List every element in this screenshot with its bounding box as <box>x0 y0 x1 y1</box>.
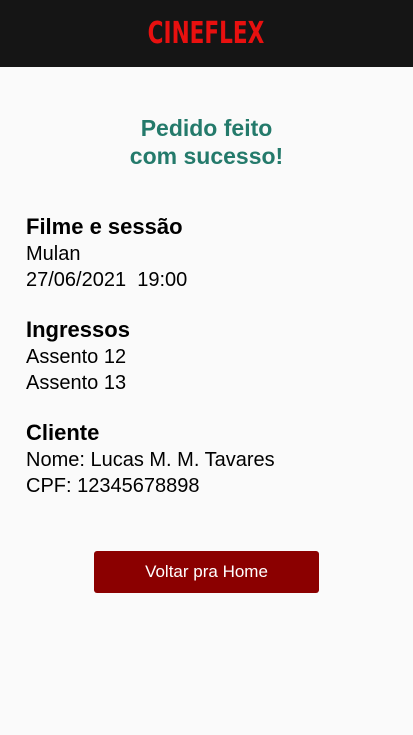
success-message-line-1: Pedido feito <box>140 115 273 141</box>
client-name: Nome: Lucas M. M. Tavares <box>26 449 275 471</box>
tickets-section: Ingressos Assento 12 Assento 13 <box>26 316 413 396</box>
client-section: Cliente Nome: Lucas M. M. Tavares CPF: 1… <box>26 419 413 499</box>
tickets-title: Ingressos <box>26 317 130 342</box>
movie-name: Mulan <box>26 243 81 265</box>
success-message: Pedido feito com sucesso! <box>0 114 413 170</box>
client-cpf: CPF: 12345678898 <box>26 475 200 497</box>
home-button-container: Voltar pra Home <box>0 551 413 593</box>
app-logo: CINEFLEX <box>148 16 265 51</box>
movie-session-title: Filme e sessão <box>26 214 183 239</box>
client-title: Cliente <box>26 420 100 445</box>
seat-item: Assento 12 <box>26 346 127 368</box>
app-header: CINEFLEX <box>0 0 413 67</box>
session-datetime: 27/06/2021 19:00 <box>26 269 188 291</box>
success-message-line-2: com sucesso! <box>129 143 284 169</box>
seat-item: Assento 13 <box>26 372 127 394</box>
back-home-button[interactable]: Voltar pra Home <box>94 551 319 593</box>
movie-session-section: Filme e sessão Mulan 27/06/2021 19:00 <box>26 213 413 293</box>
